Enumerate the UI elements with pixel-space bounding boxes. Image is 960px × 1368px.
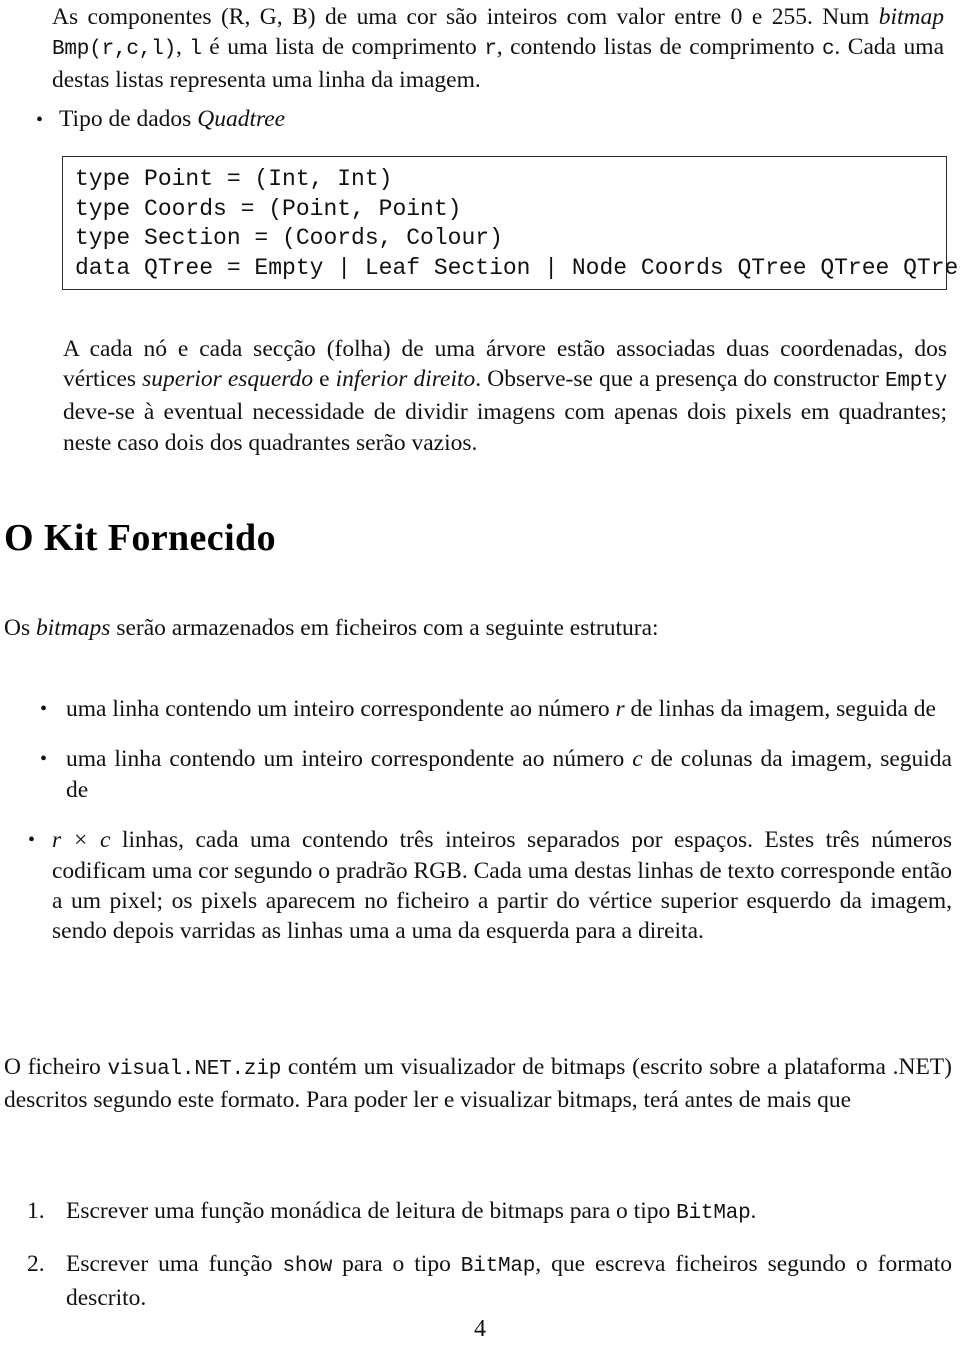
bullet3-math-rc: r × c bbox=[52, 827, 111, 854]
intro-code-r: r bbox=[484, 38, 497, 62]
section-lead-paragraph: Os bitmaps serão armazenados em ficheiro… bbox=[4, 613, 952, 643]
file-structure-bullet-list: • uma linha contendo um inteiro correspo… bbox=[0, 694, 960, 966]
list-number: 1. bbox=[27, 1198, 45, 1224]
bullet1-math-r: r bbox=[615, 696, 625, 722]
intro-code-bmp: Bmp(r,c,l) bbox=[52, 38, 177, 62]
code-listing-content: type Point = (Int, Int) type Coords = (P… bbox=[75, 165, 960, 283]
bullet-marker-icon: • bbox=[28, 829, 36, 852]
document-page: As componentes (R, G, B) de uma cor são … bbox=[0, 0, 960, 1368]
list-item: 2. Escrever uma função show para o tipo … bbox=[0, 1249, 960, 1313]
task2-seg1: Escrever uma função bbox=[66, 1251, 283, 1278]
visual-net-paragraph: O ficheiro visual.NET.zip contém um visu… bbox=[4, 1052, 952, 1115]
quadtree-bullet-term: Quadtree bbox=[197, 106, 286, 132]
list-number: 2. bbox=[27, 1251, 45, 1278]
task1-seg1: Escrever uma função monádica de leitura … bbox=[66, 1198, 677, 1224]
task1-code-bitmap: BitMap bbox=[676, 1202, 751, 1225]
code-line: data QTree = Empty | Leaf Section | Node… bbox=[75, 254, 960, 281]
bullet-marker-icon: • bbox=[40, 748, 48, 771]
tasks-numbered-list: 1. Escrever uma função monádica de leitu… bbox=[0, 1196, 960, 1332]
intro-seg3: , bbox=[176, 34, 190, 61]
bullet2-seg1: uma linha contendo um inteiro correspond… bbox=[66, 746, 633, 773]
coords-paragraph: A cada nó e cada secção (folha) de uma á… bbox=[63, 334, 947, 458]
coords-italic-inferior-direito: inferior direito bbox=[335, 366, 476, 393]
visual-code-filename: visual.NET.zip bbox=[107, 1058, 282, 1081]
coords-seg3: . Observe-se que a presença do construct… bbox=[475, 366, 885, 393]
task2-seg2: para o tipo bbox=[332, 1251, 461, 1278]
bullet2-math-c: c bbox=[632, 746, 643, 773]
code-line: type Point = (Int, Int) bbox=[75, 166, 393, 192]
lead-seg2: serão armazenados em ficheiros com a seg… bbox=[110, 615, 659, 641]
intro-paragraph: As componentes (R, G, B) de uma cor são … bbox=[52, 2, 944, 96]
list-item-text: r × c linhas, cada uma contendo três int… bbox=[52, 825, 952, 947]
bullet1-seg2: de linhas da imagem, seguida de bbox=[624, 696, 936, 722]
intro-bitmap-italic: bitmap bbox=[878, 4, 944, 30]
intro-code-c: c bbox=[822, 38, 835, 62]
lead-italic-bitmaps: bitmaps bbox=[36, 615, 111, 641]
coords-italic-superior-esquerdo: superior esquerdo bbox=[142, 366, 314, 393]
coords-seg2: e bbox=[313, 366, 336, 393]
code-listing-box: type Point = (Int, Int) type Coords = (P… bbox=[62, 156, 960, 290]
coords-seg4: deve-se à eventual necessidade de dividi… bbox=[63, 399, 947, 456]
bullet1-seg1: uma linha contendo um inteiro correspond… bbox=[66, 696, 616, 722]
bullet-marker-icon: • bbox=[40, 698, 48, 720]
coords-code-empty: Empty bbox=[884, 370, 947, 394]
section-heading: O Kit Fornecido bbox=[4, 517, 276, 559]
intro-code-l: l bbox=[189, 38, 202, 62]
list-item-text: uma linha contendo um inteiro correspond… bbox=[66, 744, 952, 805]
task2-code-show: show bbox=[282, 1255, 333, 1279]
lead-seg1: Os bbox=[4, 615, 36, 641]
list-item-text: Escrever uma função monádica de leitura … bbox=[66, 1198, 757, 1225]
list-item: • r × c linhas, cada uma contendo três i… bbox=[0, 825, 960, 947]
list-item-text: uma linha contendo um inteiro correspond… bbox=[66, 694, 952, 724]
page-number: 4 bbox=[474, 1316, 486, 1342]
intro-seg1: As componentes (R, G, B) de uma cor são … bbox=[52, 4, 879, 30]
list-item-text: Escrever uma função show para o tipo Bit… bbox=[66, 1251, 952, 1310]
bullet-marker-icon: • bbox=[36, 109, 44, 131]
visual-seg1: O ficheiro bbox=[4, 1054, 108, 1080]
intro-seg4: é uma lista de comprimento bbox=[201, 34, 485, 61]
code-line: type Coords = (Point, Point) bbox=[75, 195, 462, 222]
task1-seg2: . bbox=[750, 1198, 757, 1224]
intro-seg5: , contendo listas de comprimento bbox=[496, 34, 822, 61]
list-item: • uma linha contendo um inteiro correspo… bbox=[0, 744, 960, 805]
code-line: type Section = (Coords, Colour) bbox=[75, 225, 503, 252]
quadtree-bullet-prefix: Tipo de dados bbox=[59, 106, 198, 132]
list-item: 1. Escrever uma função monádica de leitu… bbox=[0, 1196, 960, 1229]
quadtree-bullet-item: • Tipo de dados Quadtree bbox=[36, 104, 536, 135]
bullet3-seg2: linhas, cada uma contendo três inteiros … bbox=[52, 827, 952, 945]
task2-code-bitmap: BitMap bbox=[460, 1255, 536, 1279]
list-item: • uma linha contendo um inteiro correspo… bbox=[0, 694, 960, 724]
